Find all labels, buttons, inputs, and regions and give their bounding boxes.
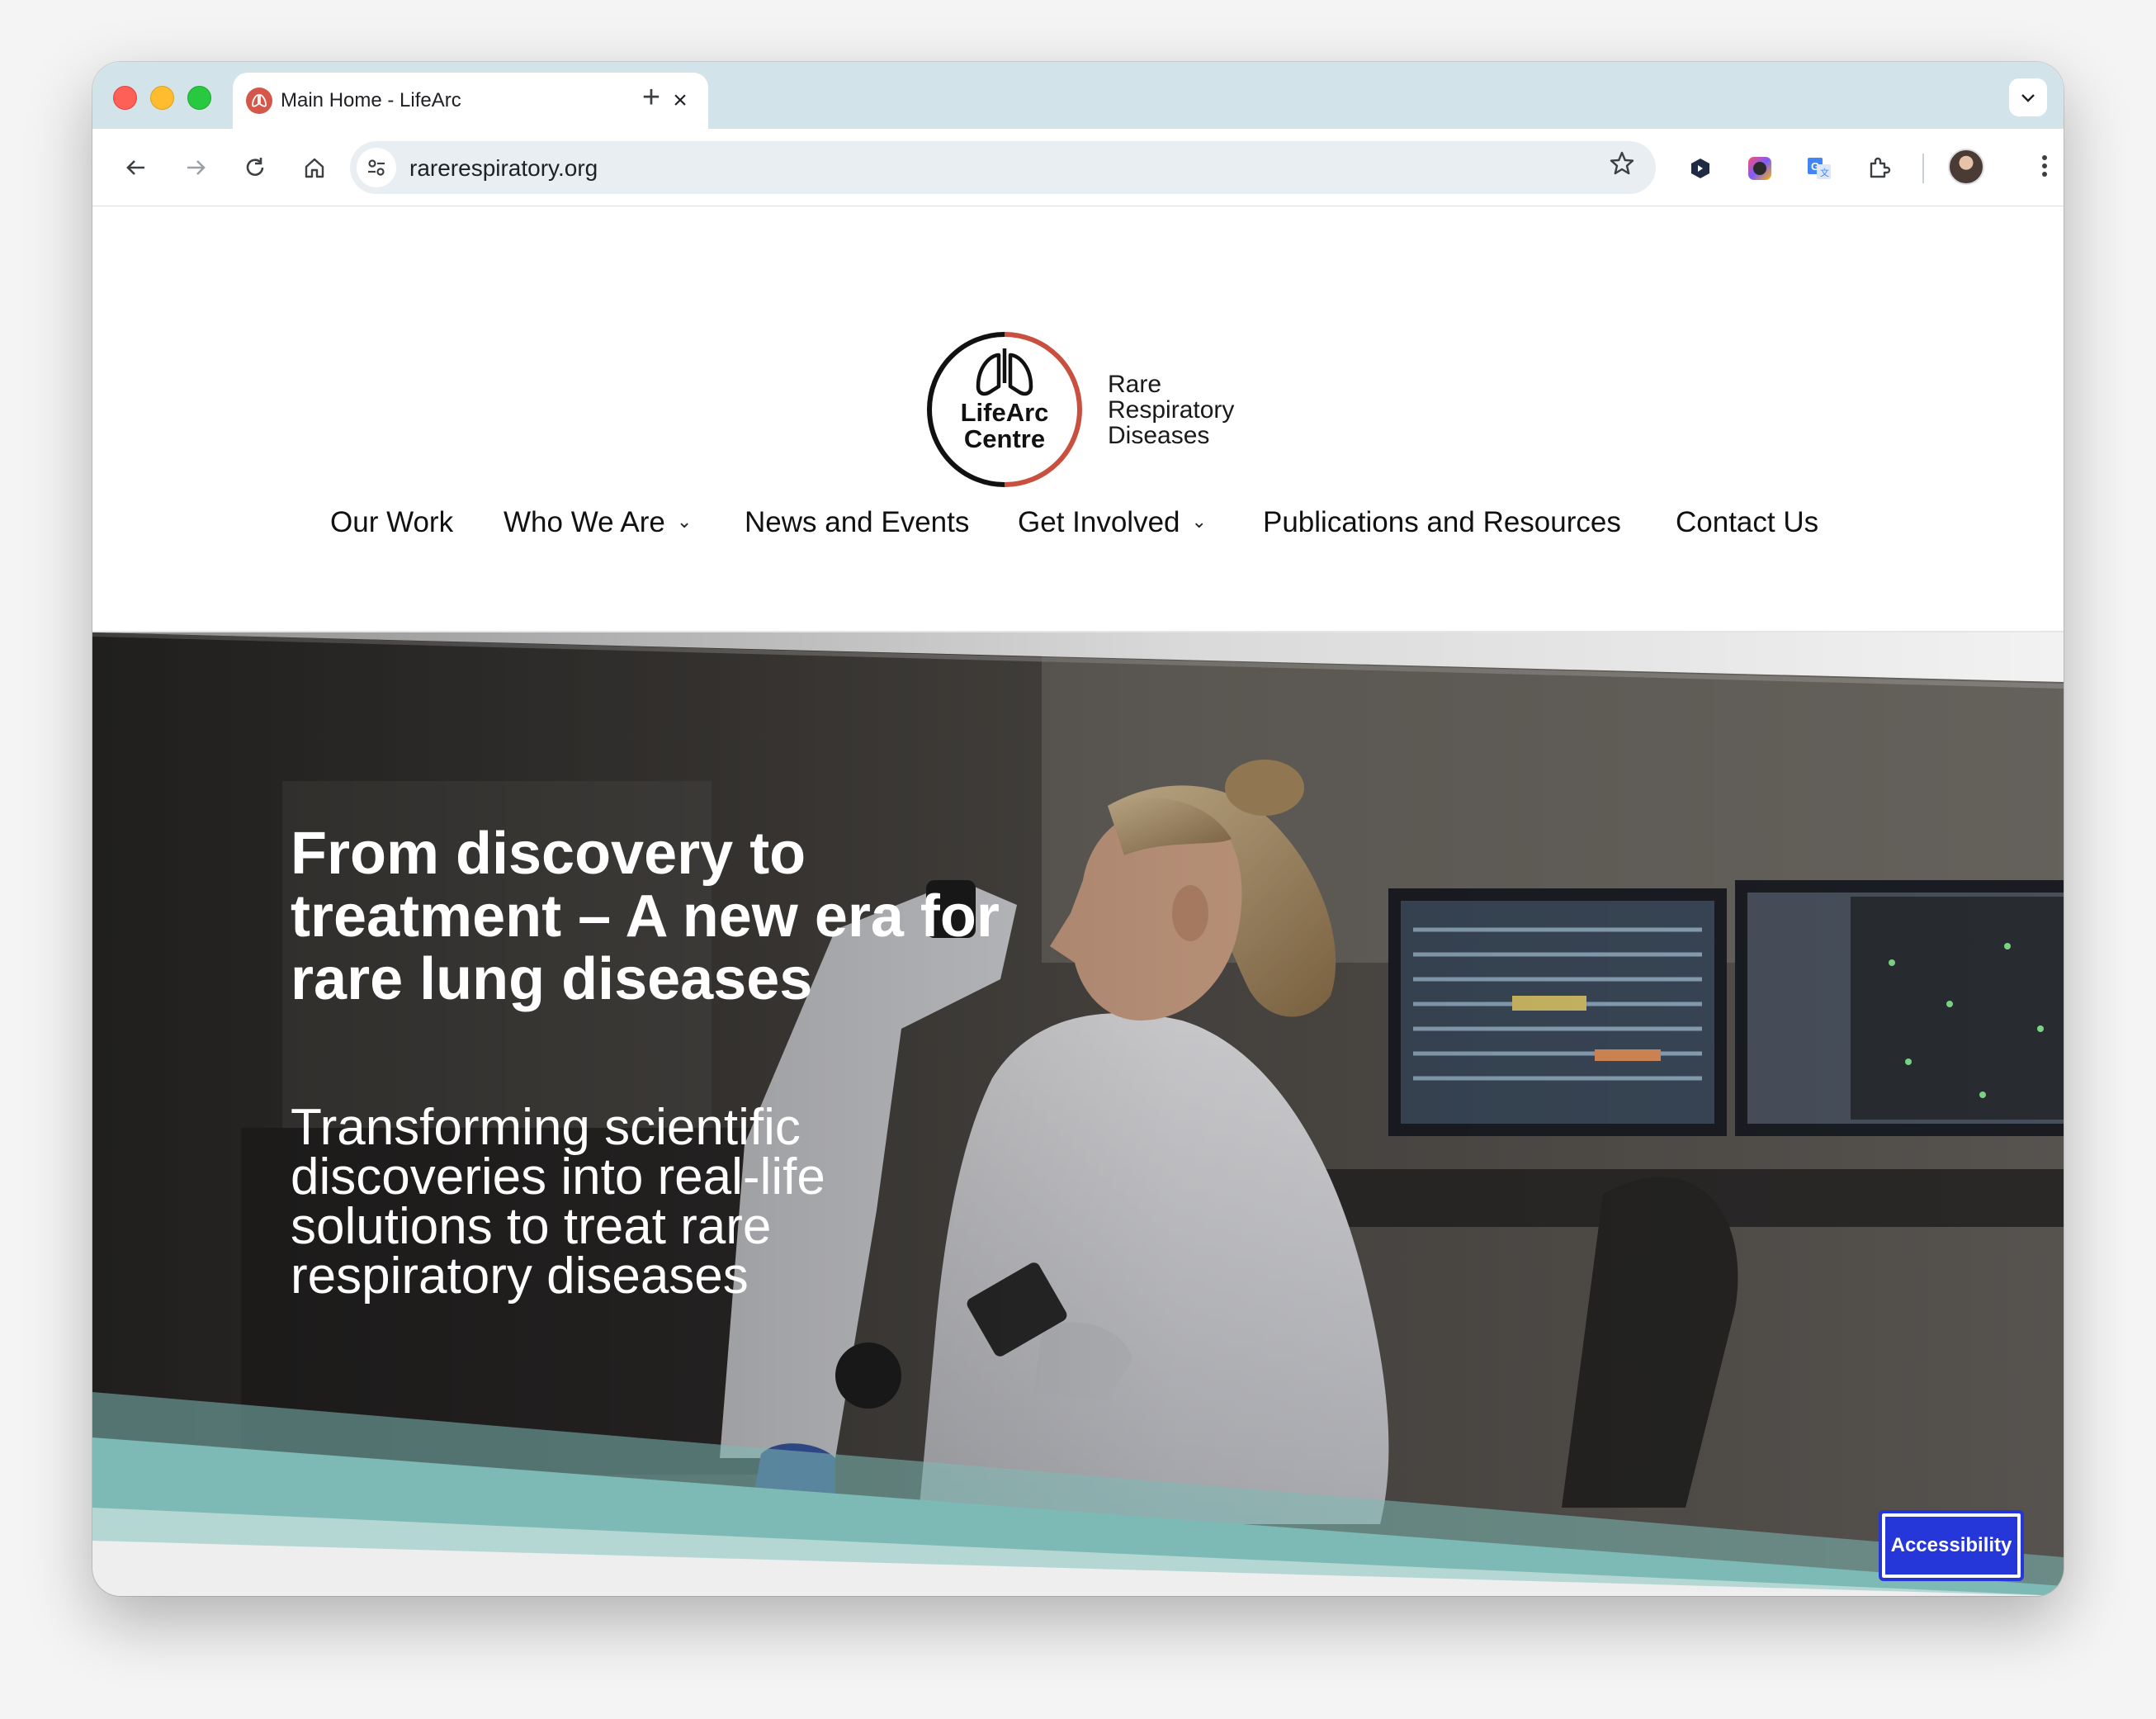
hero-subheading-line1: Transforming scientific (291, 1099, 801, 1156)
hero-heading-line2: treatment – A new era for (291, 883, 1000, 949)
logo-tagline: Rare Respiratory Diseases (1108, 372, 1234, 448)
nav-get-involved-label: Get Involved (1018, 506, 1180, 538)
browser-window: Main Home - LifeArc × + rarerespiratory.… (92, 62, 2064, 1596)
nav-our-work[interactable]: Our Work (330, 506, 453, 539)
svg-text:文: 文 (1820, 167, 1829, 178)
close-window-button[interactable] (113, 86, 137, 110)
new-tab-button[interactable]: + (631, 77, 672, 118)
home-icon[interactable] (294, 147, 335, 188)
nav-publications-and-resources[interactable]: Publications and Resources (1263, 506, 1621, 539)
logo-lifearc-text: LifeArc (960, 398, 1049, 427)
nav-who-we-are-label: Who We Are (504, 506, 665, 538)
chevron-down-icon: ⌄ (1191, 511, 1207, 532)
maximize-window-button[interactable] (187, 86, 211, 110)
site-settings-icon[interactable] (357, 148, 396, 187)
profile-avatar[interactable] (1948, 149, 1984, 185)
tab-strip: Main Home - LifeArc × + (92, 62, 2064, 129)
hero-subheading-line2: discoveries into real-life (291, 1148, 825, 1205)
google-translate-icon[interactable]: G文 (1803, 152, 1836, 185)
nav-news-and-events-label: News and Events (745, 506, 970, 538)
logo-tagline-line1: Rare (1108, 371, 1162, 398)
site-logo[interactable]: LifeArc Centre Rare Respiratory Diseases (926, 332, 1240, 489)
nav-who-we-are[interactable]: Who We Are ⌄ (504, 506, 692, 539)
hero-heading-line1: From discovery to (291, 821, 806, 887)
chevron-down-icon: ⌄ (676, 511, 693, 532)
reload-icon[interactable] (234, 147, 276, 188)
more-menu-icon[interactable] (2040, 152, 2049, 187)
extensions-puzzle-icon[interactable] (1862, 152, 1895, 185)
hero-subheading: Transforming scientific discoveries into… (291, 1099, 951, 1305)
nav-contact-us-label: Contact Us (1676, 506, 1819, 538)
hero-banner: From discovery to treatment – A new era … (92, 632, 2064, 1596)
extension-hexagon-icon[interactable] (1684, 152, 1717, 185)
extension-color-icon[interactable] (1743, 152, 1776, 185)
hero-subheading-line4: respiratory diseases (291, 1248, 749, 1305)
hero-heading-line3: rare lung diseases (291, 946, 813, 1012)
main-navigation: Our Work Who We Are ⌄ News and Events Get… (92, 491, 2064, 557)
hero-heading: From discovery to treatment – A new era … (291, 822, 1116, 1011)
minimize-window-button[interactable] (150, 86, 174, 110)
nav-news-and-events[interactable]: News and Events (745, 506, 969, 539)
logo-tagline-line2: Respiratory (1108, 396, 1235, 424)
lungs-favicon-icon (246, 88, 272, 114)
web-page: LifeArc Centre Rare Respiratory Diseases… (92, 206, 2064, 1596)
bookmark-star-icon[interactable] (1608, 149, 1636, 185)
forward-arrow-icon[interactable] (175, 147, 216, 188)
logo-tagline-line3: Diseases (1108, 422, 1210, 449)
nav-our-work-label: Our Work (330, 506, 454, 538)
hero-subheading-line3: solutions to treat rare (291, 1198, 772, 1255)
nav-publications-label: Publications and Resources (1263, 506, 1621, 538)
accessibility-button[interactable]: Accessibility (1879, 1510, 2024, 1581)
browser-toolbar: rarerespiratory.org G文 (92, 129, 2064, 206)
tab-search-chevron-icon[interactable] (2009, 78, 2047, 116)
nav-contact-us[interactable]: Contact Us (1676, 506, 1818, 539)
nav-get-involved[interactable]: Get Involved ⌄ (1018, 506, 1207, 539)
tab-title: Main Home - LifeArc (281, 89, 461, 111)
address-bar[interactable]: rarerespiratory.org (350, 141, 1656, 194)
back-arrow-icon[interactable] (116, 147, 157, 188)
url-text[interactable]: rarerespiratory.org (409, 155, 598, 182)
logo-centre-text: Centre (963, 424, 1046, 453)
toolbar-divider (1922, 154, 1924, 183)
